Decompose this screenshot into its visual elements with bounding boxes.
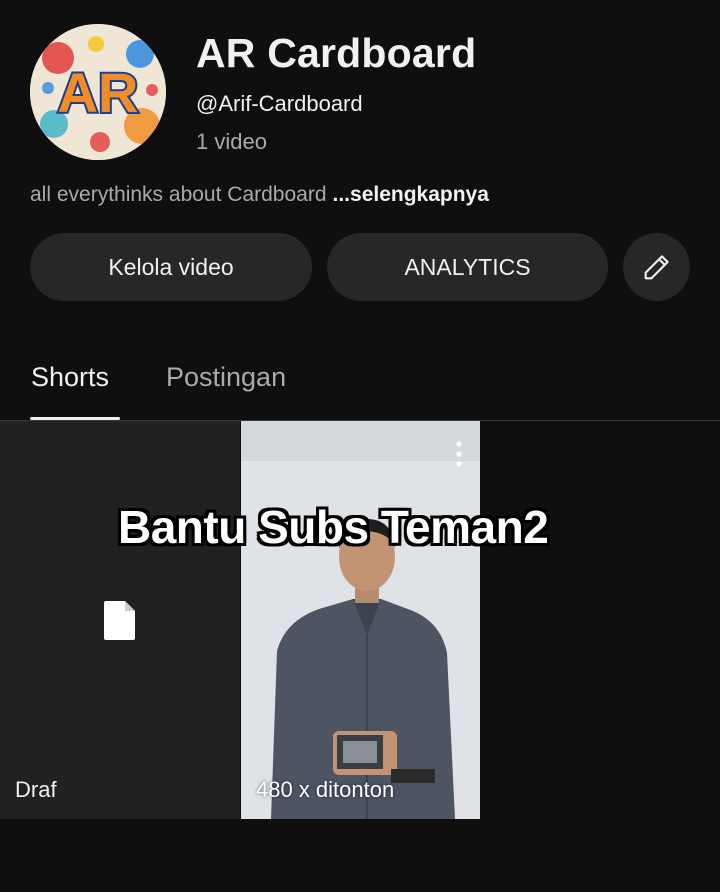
description-text: all everythinks about Cardboard [30,183,327,206]
view-count: 480 x ditonton [256,777,395,802]
manage-videos-button[interactable]: Kelola video [30,233,312,301]
analytics-button[interactable]: ANALYTICS [327,233,608,301]
avatar-text: AR [58,61,139,124]
draft-label: Draf [15,777,57,802]
channel-avatar[interactable]: AR [30,24,166,160]
pencil-icon [644,255,669,280]
channel-description[interactable]: all everythinks about Cardboard ...seleng… [30,183,489,207]
active-tab-indicator [30,417,120,420]
short-draft-tile[interactable]: Draf [0,421,240,819]
channel-handle: @Arif-Cardboard [196,91,363,116]
document-icon [104,601,135,640]
avatar-logo-graphic: AR [30,24,166,160]
channel-name: AR Cardboard [196,30,477,76]
overlay-caption: Bantu Subs Teman2 [118,501,549,553]
edit-channel-button[interactable] [623,233,690,301]
channel-tabs: Shorts Postingan [0,340,720,421]
more-vert-icon[interactable] [456,441,462,467]
short-video-tile[interactable]: 480 x ditonton [241,421,480,819]
more-link[interactable]: ...selengkapnya [333,183,489,206]
tab-shorts[interactable]: Shorts [31,362,109,393]
tab-posts[interactable]: Postingan [166,362,286,393]
video-thumbnail [241,421,480,819]
video-count: 1 video [196,129,267,154]
